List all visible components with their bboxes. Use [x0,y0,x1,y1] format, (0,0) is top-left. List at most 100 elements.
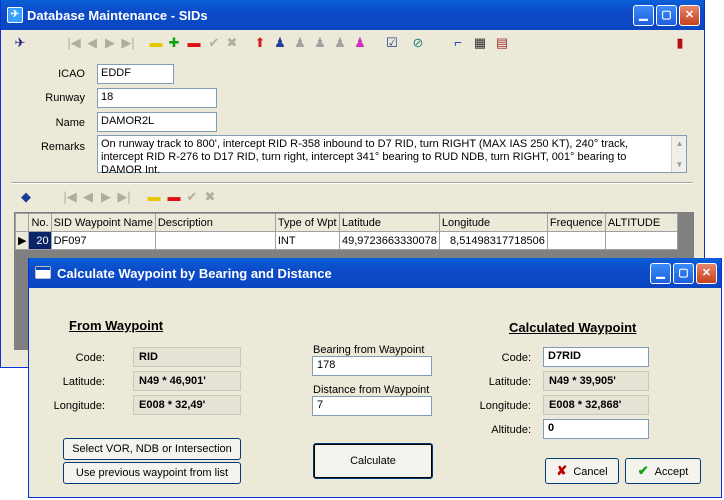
scroll-up-icon[interactable]: ▲ [673,137,686,150]
calc-altitude-field[interactable]: 0 [543,419,649,439]
dialog-titlebar[interactable]: Calculate Waypoint by Bearing and Distan… [29,258,721,288]
waypoint-person-4-icon[interactable]: ♟ [331,34,349,52]
column-header[interactable]: Latitude [338,213,440,232]
route-icon[interactable]: ⌐ [449,34,467,52]
column-header[interactable]: Type of Wpt [274,213,340,232]
grid-post-icon: ✔ [186,189,198,204]
column-header[interactable]: Longitude [438,213,548,232]
remarks-label: Remarks [40,141,85,153]
icao-field[interactable]: EDDF [97,64,174,84]
dialog-maximize-button[interactable]: ▢ [673,263,694,284]
main-toolbar: ✈ |◀ ◀ ▶ ▶| ▬ ✚ ▬ ✔ ✖ ⬆ ♟ ♟ ♟ ♟ ♟ ☑ ⊘ ⌐ ▦ ▤ ▮ [5,32,700,56]
column-header[interactable]: No. [28,213,52,232]
dialog-minimize-button[interactable]: ▁ [650,263,671,284]
runway-field[interactable]: 18 [97,88,217,108]
scroll-down-icon[interactable]: ▼ [673,158,686,171]
grid-delete-icon[interactable]: ▬ [165,188,183,206]
accept-button-label: Accept [654,466,689,478]
runway-label: Runway [45,92,85,104]
calculated-waypoint-heading: Calculated Waypoint [509,320,637,335]
plane-icon: ✈ [7,7,23,23]
grid-prev-icon: ◀ [83,189,93,204]
table-row[interactable]: ▶ 20 DF097 INT 49,9723663330078 8,51498317718… [14,231,678,250]
post-record-icon: ✔ [208,35,220,50]
calculate-button[interactable]: Calculate [313,443,433,479]
delete-record-icon[interactable]: ▬ [185,34,203,52]
icao-label: ICAO [58,68,85,80]
table-cell[interactable] [546,231,606,250]
select-vor-button[interactable]: Select VOR, NDB or Intersection [63,438,241,460]
table-cell[interactable]: INT [274,231,340,250]
waypoint-person-3-icon[interactable]: ♟ [311,34,329,52]
nav-last-icon: ▶| [121,35,135,50]
add-record-icon[interactable]: ✚ [165,34,183,52]
grid-cancel-icon: ✖ [204,189,216,204]
table-cell[interactable]: 8,51498317718506 [438,231,548,250]
grid-indicator-header [14,213,30,232]
remarks-textarea[interactable]: On runway track to 800', intercept RID R… [97,135,687,176]
bearing-label: Bearing from Waypoint [313,344,425,356]
use-previous-waypoint-button[interactable]: Use previous waypoint from list [63,462,241,484]
aircraft-tool-icon[interactable]: ✈ [11,34,29,52]
grid-tool-icon[interactable]: ◆ [17,188,35,206]
row-indicator: ▶ [14,231,30,250]
insert-record-icon[interactable]: ▬ [147,34,165,52]
table-cell[interactable]: 20 [28,231,52,250]
close-button[interactable]: ✕ [679,5,700,26]
window-icon [35,266,51,279]
distance-input[interactable]: 7 [312,396,432,416]
calc-code-label: Code: [501,352,531,364]
column-header[interactable]: SID Waypoint Name [50,213,156,232]
maximize-button[interactable]: ▢ [656,5,677,26]
calculate-waypoint-dialog: Calculate Waypoint by Bearing and Distan… [28,258,722,498]
waypoint-person-icon[interactable]: ♟ [271,34,289,52]
table-cell[interactable]: DF097 [50,231,156,250]
calculator-icon[interactable]: ▦ [471,34,489,52]
name-label: Name [55,117,85,129]
waypoint-pink-icon[interactable]: ♟ [351,34,369,52]
no-entry-icon[interactable]: ⊘ [409,34,427,52]
calc-altitude-label: Altitude: [491,424,531,436]
nav-next-icon: ▶ [105,35,115,50]
from-longitude-label: Longitude: [53,400,105,412]
accept-check-icon: ✔ [637,463,649,478]
column-header[interactable]: Description [154,213,276,232]
cancel-button[interactable]: ✘ Cancel [545,458,619,484]
accept-button[interactable]: ✔ Accept [625,458,701,484]
cancel-x-icon: ✘ [556,463,568,478]
sids-window-title: Database Maintenance - SIDs [27,8,208,23]
upload-icon[interactable]: ⬆ [251,34,269,52]
table-cell[interactable] [604,231,678,250]
grid-toolbar: ◆ |◀ ◀ ▶ ▶| ▬ ▬ ✔ ✖ [15,186,700,210]
column-header[interactable]: ALTITUDE [604,213,678,232]
table-cell[interactable] [154,231,276,250]
check-list-icon[interactable]: ☑ [383,34,401,52]
dialog-close-button[interactable]: ✕ [696,263,717,284]
bearing-input[interactable]: 178 [312,356,432,376]
remarks-text: On runway track to 800', intercept RID R… [101,138,629,176]
waypoint-person-2-icon[interactable]: ♟ [291,34,309,52]
grid-first-icon: |◀ [63,189,77,204]
table-cell[interactable]: 49,9723663330078 [338,231,440,250]
report-icon[interactable]: ▤ [493,34,511,52]
calc-latitude-label: Latitude: [488,376,531,388]
from-latitude-label: Latitude: [62,376,105,388]
calc-code-field[interactable]: D7RID [543,347,649,367]
column-header[interactable]: Frequence [546,213,606,232]
section-divider [11,182,693,184]
from-code-label: Code: [75,352,105,364]
calc-longitude-value: E008 * 32,868' [543,395,649,415]
minimize-button[interactable]: ▁ [633,5,654,26]
sids-window-titlebar[interactable]: ✈ Database Maintenance - SIDs ▁ ▢ ✕ [1,0,704,30]
grid-next-icon: ▶ [101,189,111,204]
dialog-title: Calculate Waypoint by Bearing and Distan… [57,266,332,281]
from-code-value: RID [133,347,241,367]
name-field[interactable]: DAMOR2L [97,112,217,132]
from-longitude-value: E008 * 32,49' [133,395,241,415]
distance-label: Distance from Waypoint [313,384,430,396]
from-latitude-value: N49 * 46,901' [133,371,241,391]
remarks-scrollbar[interactable]: ▲ ▼ [671,136,686,172]
grid-insert-icon[interactable]: ▬ [145,188,163,206]
nav-first-icon: |◀ [67,35,81,50]
exit-door-icon[interactable]: ▮ [671,34,689,52]
